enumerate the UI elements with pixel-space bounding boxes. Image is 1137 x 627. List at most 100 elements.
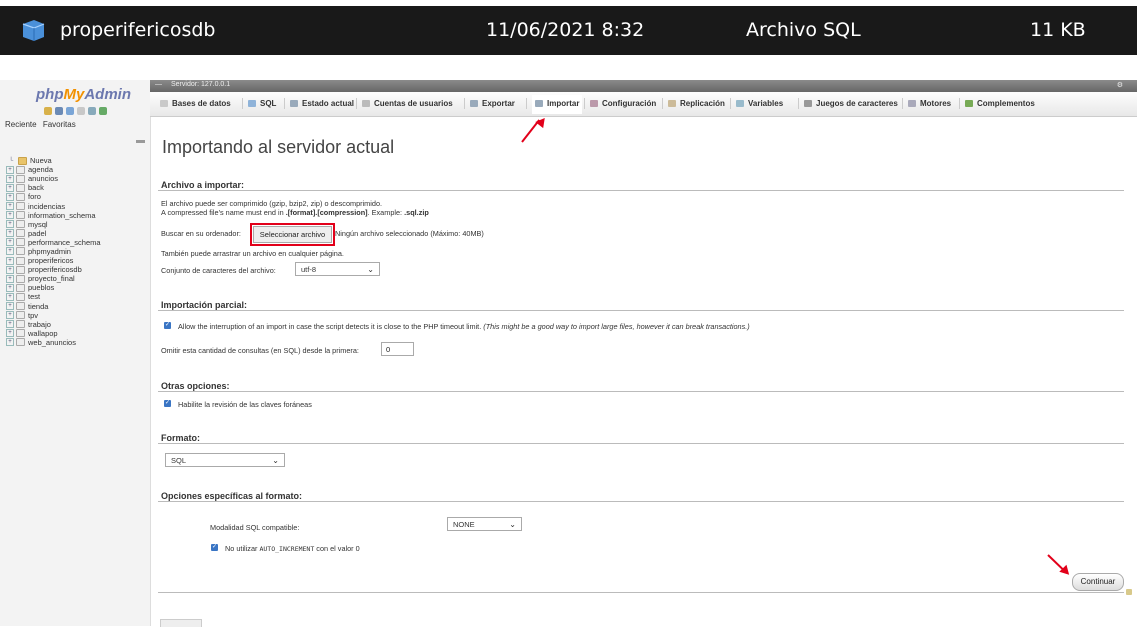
tree-item-performance_schema[interactable]: + performance_schema <box>6 238 101 247</box>
tab-estado-actual[interactable]: Estado actual <box>290 99 354 108</box>
tree-item-pueblos[interactable]: + pueblos <box>6 283 101 292</box>
users-icon <box>362 100 370 107</box>
tab-cuentas-de-usuarios[interactable]: Cuentas de usuarios <box>362 99 453 108</box>
no-auto-increment-checkbox[interactable]: ✓ <box>211 544 218 551</box>
server-breadcrumb[interactable]: Servidor: 127.0.0.1 <box>171 81 230 88</box>
collapse-nav-icon[interactable] <box>136 140 145 143</box>
expand-icon[interactable]: + <box>6 247 14 256</box>
expand-icon[interactable]: + <box>6 165 14 174</box>
database-icon <box>16 174 25 183</box>
tree-item-new[interactable]: └ Nueva <box>6 156 101 165</box>
tree-item-information_schema[interactable]: + information_schema <box>6 211 101 220</box>
expand-icon[interactable]: + <box>6 283 14 292</box>
tab-label: Variables <box>748 99 784 108</box>
sql-file-icon <box>22 20 45 41</box>
expand-icon[interactable]: + <box>6 220 14 229</box>
expand-icon[interactable]: + <box>6 292 14 301</box>
tab-configuraci-n[interactable]: Configuración <box>590 99 656 108</box>
reload-icon[interactable] <box>99 107 107 115</box>
format-section-divider <box>158 443 1124 444</box>
allow-interrupt-checkbox[interactable]: ✓ <box>164 322 171 329</box>
expand-icon[interactable]: + <box>6 202 14 211</box>
status-icon <box>290 100 298 107</box>
expand-icon[interactable]: + <box>6 302 14 311</box>
gear-icon[interactable]: ⚙ <box>1117 81 1123 89</box>
scroll-marker-icon[interactable] <box>1126 589 1132 595</box>
tree-item-mysql[interactable]: + mysql <box>6 220 101 229</box>
tab-label: Configuración <box>602 99 657 108</box>
tab-complementos[interactable]: Complementos <box>965 99 1035 108</box>
expand-icon[interactable]: + <box>6 329 14 338</box>
database-icon <box>16 211 25 220</box>
skip-queries-input[interactable]: 0 <box>381 342 414 356</box>
tree-item-foro[interactable]: + foro <box>6 192 101 201</box>
tree-item-anuncios[interactable]: + anuncios <box>6 174 101 183</box>
tab-separator <box>526 98 527 109</box>
file-row[interactable]: properifericosdb 11/06/2021 8:32 Archivo… <box>0 6 1137 55</box>
logout-icon[interactable] <box>55 107 63 115</box>
compat-select[interactable]: NONE ⌄ <box>447 517 522 531</box>
database-icon <box>16 247 25 256</box>
tab-replicaci-n[interactable]: Replicación <box>668 99 725 108</box>
tree-item-back[interactable]: + back <box>6 183 101 192</box>
expand-icon[interactable]: + <box>6 238 14 247</box>
help-icon[interactable] <box>66 107 74 115</box>
fk-checks-checkbox[interactable]: ✓ <box>164 400 171 407</box>
tree-item-properifericos[interactable]: + properifericos <box>6 256 101 265</box>
tree-item-phpmyadmin[interactable]: + phpmyadmin <box>6 247 101 256</box>
tree-item-test[interactable]: + test <box>6 292 101 301</box>
expand-icon[interactable]: + <box>6 274 14 283</box>
settings-icon[interactable] <box>88 107 96 115</box>
charset-icon <box>804 100 812 107</box>
tree-item-agenda[interactable]: + agenda <box>6 165 101 174</box>
tab-juegos-de-caracteres[interactable]: Juegos de caracteres <box>804 99 898 108</box>
tab-exportar[interactable]: Exportar <box>470 99 515 108</box>
expand-icon[interactable]: + <box>6 311 14 320</box>
expand-icon[interactable]: + <box>6 183 14 192</box>
expand-icon[interactable]: + <box>6 338 14 347</box>
format-select[interactable]: SQL ⌄ <box>165 453 285 467</box>
tree-item-label: performance_schema <box>28 237 101 247</box>
tree-item-tienda[interactable]: + tienda <box>6 302 101 311</box>
database-icon <box>16 229 25 238</box>
compat-label: Modalidad SQL compatible: <box>210 523 300 532</box>
tab-separator <box>959 98 960 109</box>
plugins-icon <box>965 100 973 107</box>
tab-importar[interactable]: Importar <box>532 95 583 114</box>
tree-item-properifericosdb[interactable]: + properifericosdb <box>6 265 101 274</box>
expand-icon[interactable]: + <box>6 265 14 274</box>
tree-item-proyecto_final[interactable]: + proyecto_final <box>6 274 101 283</box>
skip-queries-label: Omitir esta cantidad de consultas (en SQ… <box>161 346 359 355</box>
partial-section-legend: Importación parcial: <box>161 300 248 310</box>
tree-item-incidencias[interactable]: + incidencias <box>6 201 101 211</box>
charset-select[interactable]: utf-8 ⌄ <box>295 262 380 276</box>
tree-item-web_anuncios[interactable]: + web_anuncios <box>6 338 101 347</box>
expand-icon[interactable]: + <box>6 174 14 183</box>
tab-variables[interactable]: Variables <box>736 99 783 108</box>
expand-icon[interactable]: + <box>6 211 14 220</box>
docs-icon[interactable] <box>77 107 85 115</box>
tree-item-padel[interactable]: + padel <box>6 229 101 238</box>
tab-favorites[interactable]: Favoritas <box>43 120 76 129</box>
tab-recent[interactable]: Reciente <box>5 120 37 129</box>
tree-item-wallapop[interactable]: + wallapop <box>6 329 101 338</box>
database-icon <box>16 311 25 320</box>
expand-icon[interactable]: + <box>6 192 14 201</box>
tree-item-tpv[interactable]: + tpv <box>6 311 101 320</box>
tree-item-trabajo[interactable]: + trabajo <box>6 320 101 329</box>
tab-sql[interactable]: SQL <box>248 99 276 108</box>
database-icon <box>16 165 25 174</box>
phpmyadmin-logo[interactable]: phpMyAdmin <box>36 86 131 103</box>
expand-icon[interactable]: + <box>6 229 14 238</box>
tab-separator <box>662 98 663 109</box>
continue-button[interactable]: Continuar <box>1072 573 1124 591</box>
tab-separator <box>902 98 903 109</box>
tab-bases-de-datos[interactable]: Bases de datos <box>160 99 231 108</box>
home-icon[interactable] <box>44 107 52 115</box>
tab-motores[interactable]: Motores <box>908 99 951 108</box>
expand-icon[interactable]: + <box>6 320 14 329</box>
collapse-icon[interactable]: — <box>155 81 162 88</box>
database-icon <box>16 183 25 192</box>
expand-icon[interactable]: + <box>6 256 14 265</box>
tree-item-label: wallapop <box>28 328 58 338</box>
